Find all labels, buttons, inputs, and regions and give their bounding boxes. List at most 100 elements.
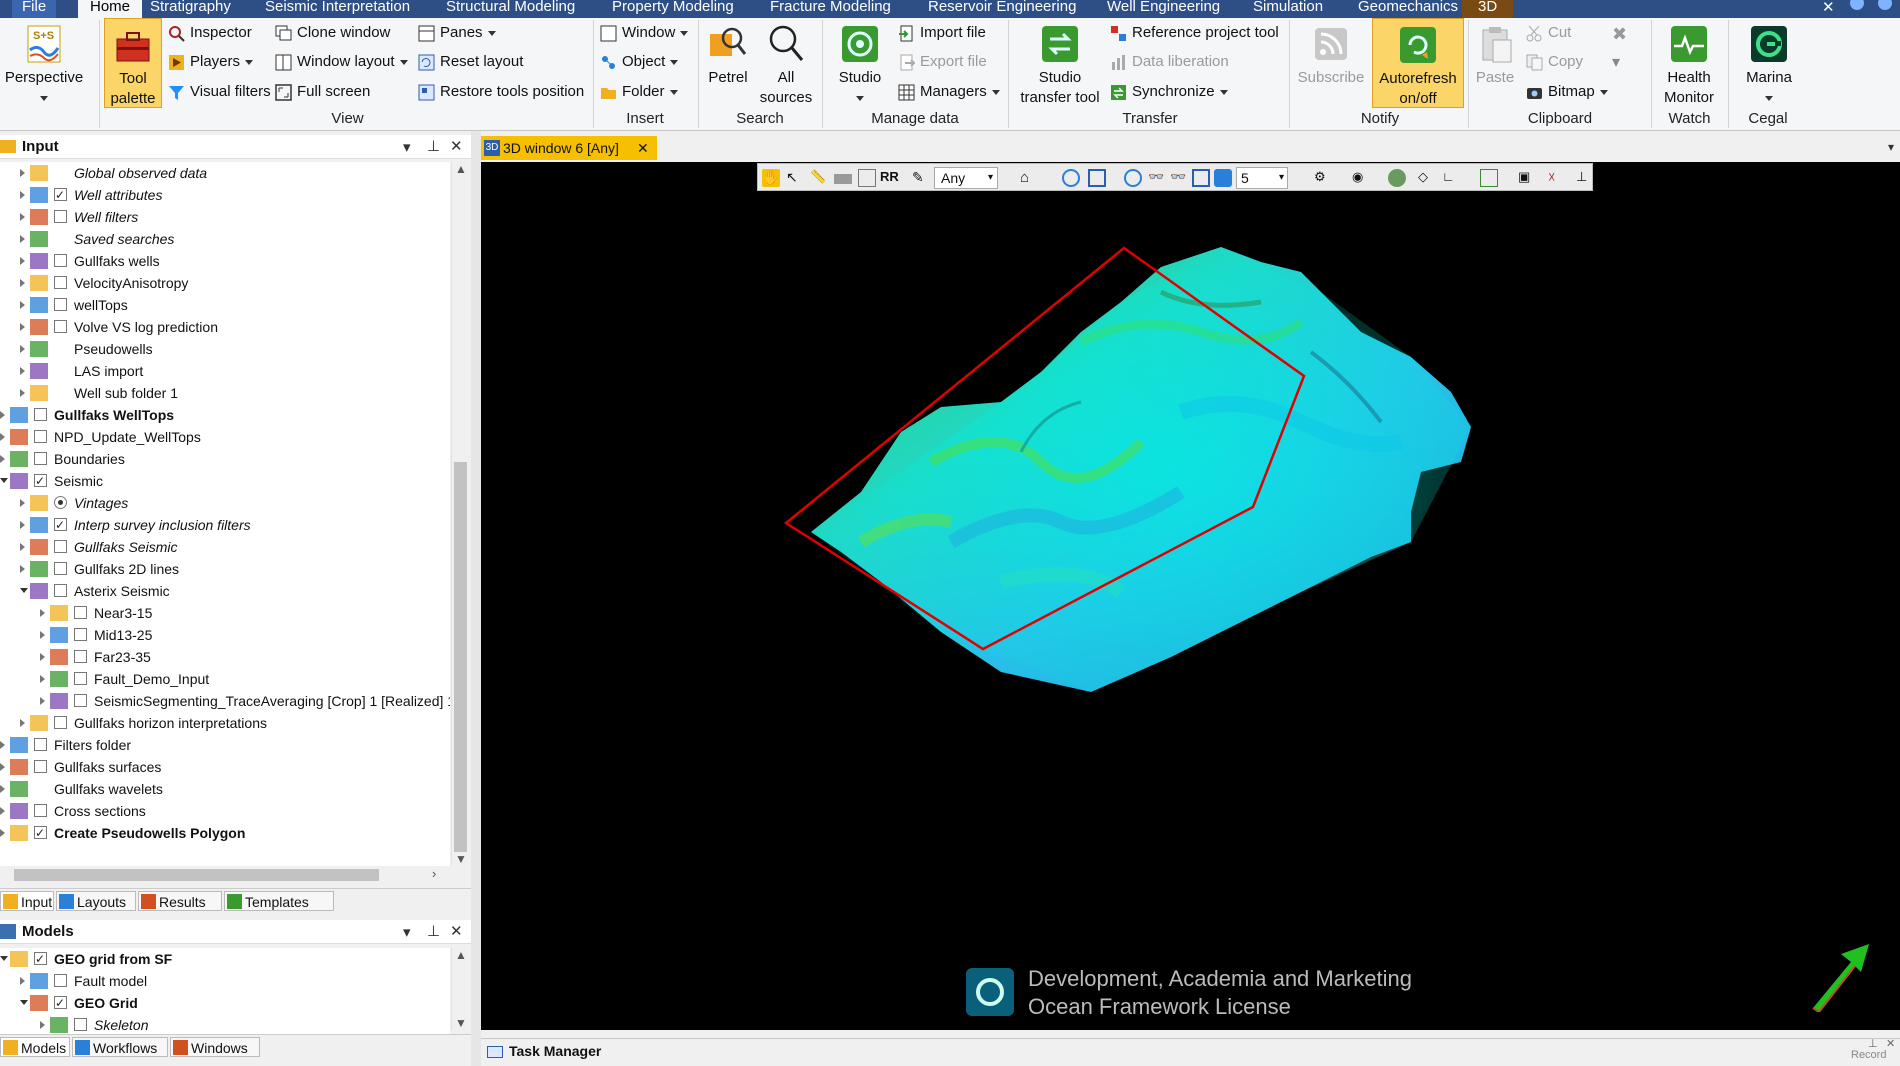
visibility-checkbox[interactable] [34,822,47,844]
scroll-up-icon[interactable]: ▲ [455,948,467,962]
expand-arrow-icon[interactable] [20,565,25,573]
marina-button[interactable]: Marina [1734,18,1804,108]
visibility-checkbox[interactable] [54,320,67,333]
tree-item-seismicsegmenting-traceaveraging-crop-1-realized-1[interactable]: SeismicSegmenting_TraceAveraging [Crop] … [0,690,450,712]
tree-item-interp-survey-inclusion-filters[interactable]: Interp survey inclusion filters [0,514,450,536]
panel-icon[interactable] [1480,169,1498,187]
paste-button[interactable]: Paste [1472,18,1518,108]
scroll-right-icon[interactable]: › [432,866,436,881]
tab-reservoir-engineering[interactable]: Reservoir Engineering [928,0,1076,18]
expand-arrow-icon[interactable] [20,301,25,309]
visibility-checkbox[interactable] [54,184,67,206]
tree-item-boundaries[interactable]: Boundaries [0,448,450,470]
expand-arrow-icon[interactable] [20,367,25,375]
tree-item-vintages[interactable]: Vintages [0,492,450,514]
reset-layout-button[interactable]: Reset layout [418,49,523,75]
expand-arrow-icon[interactable] [20,719,25,727]
pane-tab-results[interactable]: Results [138,891,222,911]
tree-item-skeleton[interactable]: Skeleton [0,1014,450,1036]
home-view-icon[interactable]: ⌂ [1020,169,1038,187]
insert-window-button[interactable]: Window [600,20,689,46]
expand-arrow-icon[interactable] [20,323,25,331]
tree-item-seismic[interactable]: Seismic [0,470,450,492]
expand-arrow-icon[interactable] [20,521,25,529]
tab-fracture-modeling[interactable]: Fracture Modeling [770,0,891,18]
bitmap-button[interactable]: Bitmap [1526,79,1608,105]
tree-item-mid13-25[interactable]: Mid13-25 [0,624,450,646]
tab-file[interactable]: File [12,0,57,18]
players-button[interactable]: Players [168,49,254,75]
axis-icon[interactable]: ∟ [1442,169,1460,187]
help-icon[interactable] [1878,0,1892,10]
tab-stratigraphy[interactable]: Stratigraphy [150,0,231,18]
visibility-checkbox[interactable] [54,584,67,597]
brush-icon[interactable]: ✎ [912,169,930,187]
inspector-button[interactable]: Inspector [168,20,252,46]
expand-arrow-icon[interactable] [20,279,25,287]
visibility-checkbox[interactable] [54,562,67,575]
tree-item-geo-grid-from-sf[interactable]: GEO grid from SF [0,948,450,970]
binoculars-2-icon[interactable]: 👓 [1170,169,1188,187]
expand-arrow-icon[interactable] [0,411,5,419]
pane-splitter[interactable] [471,131,481,1066]
collapse-arrow-icon[interactable] [0,956,8,961]
expand-arrow-icon[interactable] [20,499,25,507]
tree-item-fault-model[interactable]: Fault model [0,970,450,992]
pin-icon[interactable]: ⊥ [1868,1037,1878,1050]
expand-arrow-icon[interactable] [40,675,45,683]
tree-item-create-pseudowells-polygon[interactable]: Create Pseudowells Polygon [0,822,450,844]
tree-item-cross-sections[interactable]: Cross sections [0,800,450,822]
scroll-up-icon[interactable]: ▲ [455,162,467,176]
visibility-checkbox[interactable] [54,514,67,536]
window-list-chevron-icon[interactable]: ▾ [1888,140,1894,154]
pane-tab-models[interactable]: Models [0,1037,70,1057]
number-field[interactable]: 5 ▾ [1236,167,1288,189]
reference-project-tool-button[interactable]: Reference project tool [1110,20,1279,46]
import-file-button[interactable]: Import file [898,20,986,46]
visibility-checkbox[interactable] [54,992,67,1014]
expand-arrow-icon[interactable] [0,741,5,749]
health-monitor-button[interactable]: Health Monitor [1656,18,1722,108]
tool-palette-button[interactable]: Tool palette [104,18,162,108]
close-icon[interactable]: ✕ [1822,0,1835,16]
tree-item-well-sub-folder-1[interactable]: Well sub folder 1 [0,382,450,404]
visibility-checkbox[interactable] [34,804,47,817]
expand-arrow-icon[interactable] [20,389,25,397]
scroll-thumb[interactable] [454,462,467,852]
pane-menu-chevron-icon[interactable]: ▾ [403,923,411,941]
filter-select[interactable]: Any ▾ [934,167,998,189]
measure-icon[interactable]: 📏 [810,169,828,187]
petrel-search-button[interactable]: Petrel [704,18,752,108]
tree-item-gullfaks-2d-lines[interactable]: Gullfaks 2D lines [0,558,450,580]
expand-arrow-icon[interactable] [0,433,5,441]
visibility-checkbox[interactable] [34,738,47,751]
expand-arrow-icon[interactable] [20,345,25,353]
visibility-checkbox[interactable] [74,694,87,707]
expand-arrow-icon[interactable] [0,763,5,771]
tab-structural-modeling[interactable]: Structural Modeling [446,0,575,18]
tab-geomechanics[interactable]: Geomechanics [1358,0,1458,18]
close-pane-icon[interactable]: ✕ [450,137,463,155]
expand-arrow-icon[interactable] [20,169,25,177]
select-arrow-icon[interactable]: ↖ [786,169,804,187]
visibility-checkbox[interactable] [54,540,67,553]
pane-tab-layouts[interactable]: Layouts [56,891,136,911]
tree-item-well-filters[interactable]: Well filters [0,206,450,228]
tree-item-filters-folder[interactable]: Filters folder [0,734,450,756]
cut-button[interactable]: Cut [1526,20,1571,46]
managers-button[interactable]: Managers [898,79,1000,105]
insert-folder-button[interactable]: Folder [600,79,678,105]
visibility-checkbox[interactable] [74,628,87,641]
tab-3d-window[interactable]: 3D 3D window 6 [Any] ✕ [481,136,657,160]
visibility-checkbox[interactable] [74,1018,87,1031]
pointer-icon[interactable]: ☓ [1548,169,1566,187]
collapse-arrow-icon[interactable] [0,478,8,483]
clear-format-icon[interactable]: ✖ [1612,24,1627,45]
expand-arrow-icon[interactable] [40,609,45,617]
synchronize-button[interactable]: Synchronize [1110,79,1228,105]
visibility-checkbox[interactable] [34,452,47,465]
tree-item-las-import[interactable]: LAS import [0,360,450,382]
close-tab-icon[interactable]: ✕ [637,136,649,160]
visibility-checkbox[interactable] [34,948,47,970]
tree-item-volve-vs-log-prediction[interactable]: Volve VS log prediction [0,316,450,338]
